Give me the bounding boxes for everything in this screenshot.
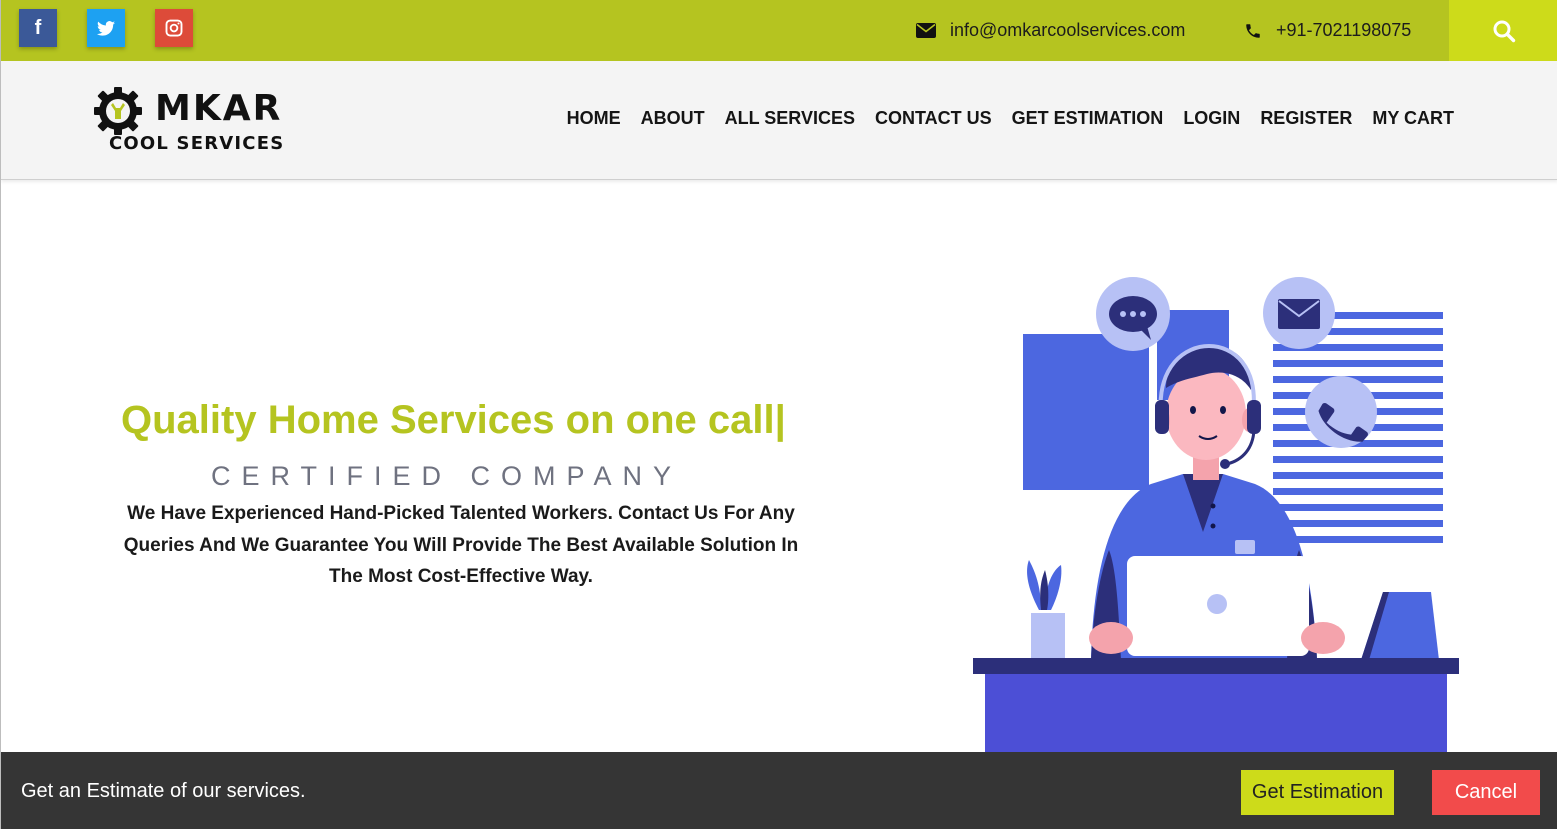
page: f info@omkarcoolservices.com +91-7021198… bbox=[0, 0, 1557, 829]
envelope-icon bbox=[916, 23, 936, 38]
gear-logo-icon bbox=[94, 87, 142, 135]
main-navbar: MKAR COOL SERVICES HOME ABOUT ALL SERVIC… bbox=[1, 61, 1557, 180]
nav-menu: HOME ABOUT ALL SERVICES CONTACT US GET E… bbox=[567, 108, 1454, 129]
nav-register[interactable]: REGISTER bbox=[1260, 108, 1352, 129]
hero-subtitle: CERTIFIED COMPANY bbox=[211, 461, 683, 491]
estimate-banner: Get an Estimate of our services. Get Est… bbox=[1, 752, 1557, 829]
support-agent-illustration bbox=[973, 277, 1459, 752]
nav-all-services[interactable]: ALL SERVICES bbox=[725, 108, 855, 129]
twitter-icon[interactable] bbox=[87, 9, 125, 47]
nav-get-estimation[interactable]: GET ESTIMATION bbox=[1012, 108, 1164, 129]
cancel-button[interactable]: Cancel bbox=[1432, 770, 1540, 815]
facebook-glyph: f bbox=[34, 16, 42, 39]
email-contact[interactable]: info@omkarcoolservices.com bbox=[916, 0, 1185, 61]
top-bar: f info@omkarcoolservices.com +91-7021198… bbox=[1, 0, 1557, 61]
search-icon bbox=[1493, 20, 1515, 42]
nav-my-cart[interactable]: MY CART bbox=[1372, 108, 1454, 129]
get-estimation-button[interactable]: Get Estimation bbox=[1241, 770, 1394, 815]
brand-subtitle: COOL SERVICES bbox=[109, 133, 285, 154]
nav-home[interactable]: HOME bbox=[567, 108, 621, 129]
hero-description: We Have Experienced Hand-Picked Talented… bbox=[123, 503, 799, 587]
instagram-icon[interactable] bbox=[155, 9, 193, 47]
nav-login[interactable]: LOGIN bbox=[1183, 108, 1240, 129]
phone-contact[interactable]: +91-7021198075 bbox=[1244, 0, 1411, 61]
email-text[interactable]: info@omkarcoolservices.com bbox=[950, 20, 1185, 41]
nav-contact-us[interactable]: CONTACT US bbox=[875, 108, 992, 129]
brand-logo[interactable]: MKAR COOL SERVICES bbox=[93, 86, 283, 158]
twitter-bird-icon bbox=[97, 20, 115, 36]
search-button[interactable] bbox=[1449, 0, 1557, 61]
hero-title: Quality Home Services on one call| bbox=[121, 398, 786, 442]
estimate-banner-text: Get an Estimate of our services. bbox=[21, 780, 306, 802]
brand-wordmark: MKAR bbox=[155, 88, 283, 129]
nav-about[interactable]: ABOUT bbox=[641, 108, 705, 129]
instagram-camera-icon bbox=[165, 19, 183, 37]
phone-text[interactable]: +91-7021198075 bbox=[1276, 20, 1411, 41]
facebook-icon[interactable]: f bbox=[19, 9, 57, 47]
phone-icon bbox=[1244, 22, 1262, 40]
